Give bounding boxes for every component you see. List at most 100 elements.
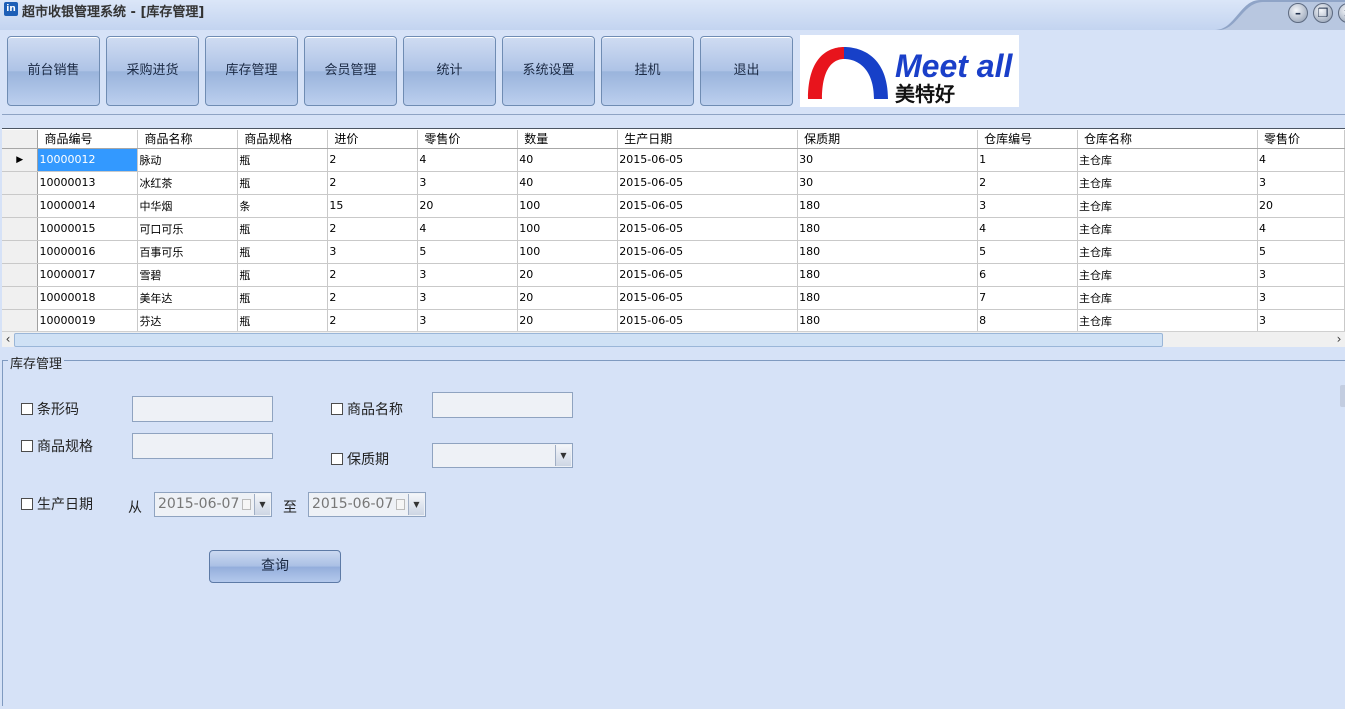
- table-cell[interactable]: 10000019: [37, 309, 139, 333]
- table-cell[interactable]: 4: [417, 148, 519, 172]
- exit-button[interactable]: 退出: [700, 36, 793, 106]
- table-cell[interactable]: 10000014: [37, 194, 139, 218]
- table-cell[interactable]: 2: [327, 286, 419, 310]
- table-cell[interactable]: 10000015: [37, 217, 139, 241]
- table-cell[interactable]: 100: [517, 240, 619, 264]
- table-cell[interactable]: 2: [327, 263, 419, 287]
- row-header[interactable]: [2, 171, 39, 195]
- table-cell[interactable]: 20: [517, 286, 619, 310]
- table-cell[interactable]: 瓶: [237, 263, 329, 287]
- col-header[interactable]: 数量: [517, 130, 619, 149]
- query-button[interactable]: 查询: [209, 550, 341, 583]
- table-cell[interactable]: 2015-06-05: [617, 240, 799, 264]
- table-cell[interactable]: 10000012: [37, 148, 139, 172]
- production-date-checkbox[interactable]: 生产日期: [21, 494, 93, 514]
- table-row[interactable]: 10000018 美年达瓶 2 3 20 2015-06-05 180 7 主仓库 3: [2, 286, 1345, 310]
- checkbox-box[interactable]: [21, 403, 33, 415]
- spec-checkbox[interactable]: 商品规格: [21, 436, 93, 456]
- table-cell[interactable]: 主仓库: [1077, 240, 1258, 264]
- table-cell[interactable]: 180: [797, 217, 979, 241]
- col-header[interactable]: 保质期: [797, 130, 979, 149]
- table-cell[interactable]: 15: [327, 194, 419, 218]
- table-cell[interactable]: 3: [417, 286, 519, 310]
- table-cell[interactable]: 2: [327, 309, 419, 333]
- minimize-button[interactable]: –: [1288, 3, 1308, 23]
- scroll-right-arrow-icon[interactable]: ›: [1333, 332, 1345, 347]
- spec-input[interactable]: [132, 433, 273, 459]
- table-cell[interactable]: 瓶: [237, 309, 329, 333]
- member-button[interactable]: 会员管理: [304, 36, 397, 106]
- table-cell[interactable]: 脉动: [137, 148, 239, 172]
- table-cell[interactable]: 2015-06-05: [617, 309, 799, 333]
- checkbox-box[interactable]: [331, 453, 343, 465]
- shelf-life-select[interactable]: ▼: [432, 443, 573, 468]
- table-cell[interactable]: 20: [1257, 194, 1345, 218]
- table-cell[interactable]: 180: [797, 286, 979, 310]
- lock-button[interactable]: 挂机: [601, 36, 694, 106]
- table-cell[interactable]: 主仓库: [1077, 148, 1258, 172]
- col-header[interactable]: 进价: [327, 130, 419, 149]
- table-row[interactable]: 10000016 百事可乐瓶 3 5 100 2015-06-05 180 5 主仓库 5: [2, 240, 1345, 264]
- checkbox-box[interactable]: [21, 498, 33, 510]
- table-cell[interactable]: 10000016: [37, 240, 139, 264]
- product-name-checkbox[interactable]: 商品名称: [331, 399, 403, 419]
- table-cell[interactable]: 3: [1257, 171, 1345, 195]
- table-cell[interactable]: 5: [977, 240, 1079, 264]
- table-cell[interactable]: 中华烟: [137, 194, 239, 218]
- table-row[interactable]: 10000015 可口可乐瓶 2 4 100 2015-06-05 180 4 主仓库 4: [2, 217, 1345, 241]
- table-cell[interactable]: 瓶: [237, 286, 329, 310]
- table-row[interactable]: 10000014 中华烟条 15 20 100 2015-06-05 180 3 主仓库 20: [2, 194, 1345, 218]
- table-cell[interactable]: 瓶: [237, 171, 329, 195]
- table-cell[interactable]: 可口可乐: [137, 217, 239, 241]
- table-cell[interactable]: 瓶: [237, 148, 329, 172]
- table-cell[interactable]: 主仓库: [1077, 194, 1258, 218]
- row-header[interactable]: [2, 194, 39, 218]
- table-cell[interactable]: 100: [517, 217, 619, 241]
- table-cell[interactable]: 10000018: [37, 286, 139, 310]
- table-row[interactable]: ▶ 10000012 脉动瓶 2 4 40 2015-06-05 30 1 主仓库 4: [2, 148, 1345, 172]
- chevron-down-icon[interactable]: ▼: [555, 445, 571, 466]
- col-header[interactable]: 商品名称: [137, 130, 239, 149]
- inventory-grid[interactable]: 商品编号 商品名称 商品规格 进价 零售价 数量 生产日期 保质期 仓库编号 仓…: [2, 114, 1345, 347]
- date-from-picker[interactable]: 2015-06-07 ▼: [154, 492, 272, 517]
- shelf-life-checkbox[interactable]: 保质期: [331, 449, 389, 469]
- table-cell[interactable]: 2015-06-05: [617, 263, 799, 287]
- table-cell[interactable]: 4: [1257, 217, 1345, 241]
- table-cell[interactable]: 180: [797, 240, 979, 264]
- table-cell[interactable]: 2015-06-05: [617, 286, 799, 310]
- col-header[interactable]: 生产日期: [617, 130, 799, 149]
- table-cell[interactable]: 4: [977, 217, 1079, 241]
- col-header[interactable]: 零售价: [417, 130, 519, 149]
- table-cell[interactable]: 芬达: [137, 309, 239, 333]
- checkbox-box[interactable]: [21, 440, 33, 452]
- frontdesk-sales-button[interactable]: 前台销售: [7, 36, 100, 106]
- col-header[interactable]: 仓库编号: [977, 130, 1079, 149]
- checkbox-box[interactable]: [331, 403, 343, 415]
- table-cell[interactable]: 条: [237, 194, 329, 218]
- table-cell[interactable]: 冰红茶: [137, 171, 239, 195]
- table-cell[interactable]: 2015-06-05: [617, 148, 799, 172]
- table-cell[interactable]: 主仓库: [1077, 217, 1258, 241]
- table-cell[interactable]: 3: [417, 171, 519, 195]
- table-cell[interactable]: 2015-06-05: [617, 194, 799, 218]
- table-cell[interactable]: 8: [977, 309, 1079, 333]
- table-cell[interactable]: 180: [797, 263, 979, 287]
- restore-button[interactable]: ❐: [1313, 3, 1333, 23]
- row-header[interactable]: [2, 309, 39, 333]
- table-cell[interactable]: 美年达: [137, 286, 239, 310]
- table-cell[interactable]: 2: [977, 171, 1079, 195]
- table-cell[interactable]: 20: [517, 263, 619, 287]
- table-cell[interactable]: 7: [977, 286, 1079, 310]
- barcode-checkbox[interactable]: 条形码: [21, 399, 79, 419]
- table-cell[interactable]: 5: [417, 240, 519, 264]
- table-cell[interactable]: 40: [517, 148, 619, 172]
- table-cell[interactable]: 3: [417, 309, 519, 333]
- scroll-left-arrow-icon[interactable]: ‹: [2, 332, 14, 347]
- table-cell[interactable]: 20: [517, 309, 619, 333]
- row-header[interactable]: [2, 286, 39, 310]
- table-cell[interactable]: 2: [327, 171, 419, 195]
- table-cell[interactable]: 30: [797, 171, 979, 195]
- table-cell[interactable]: 180: [797, 194, 979, 218]
- date-to-picker[interactable]: 2015-06-07 ▼: [308, 492, 426, 517]
- table-cell[interactable]: 3: [1257, 309, 1345, 333]
